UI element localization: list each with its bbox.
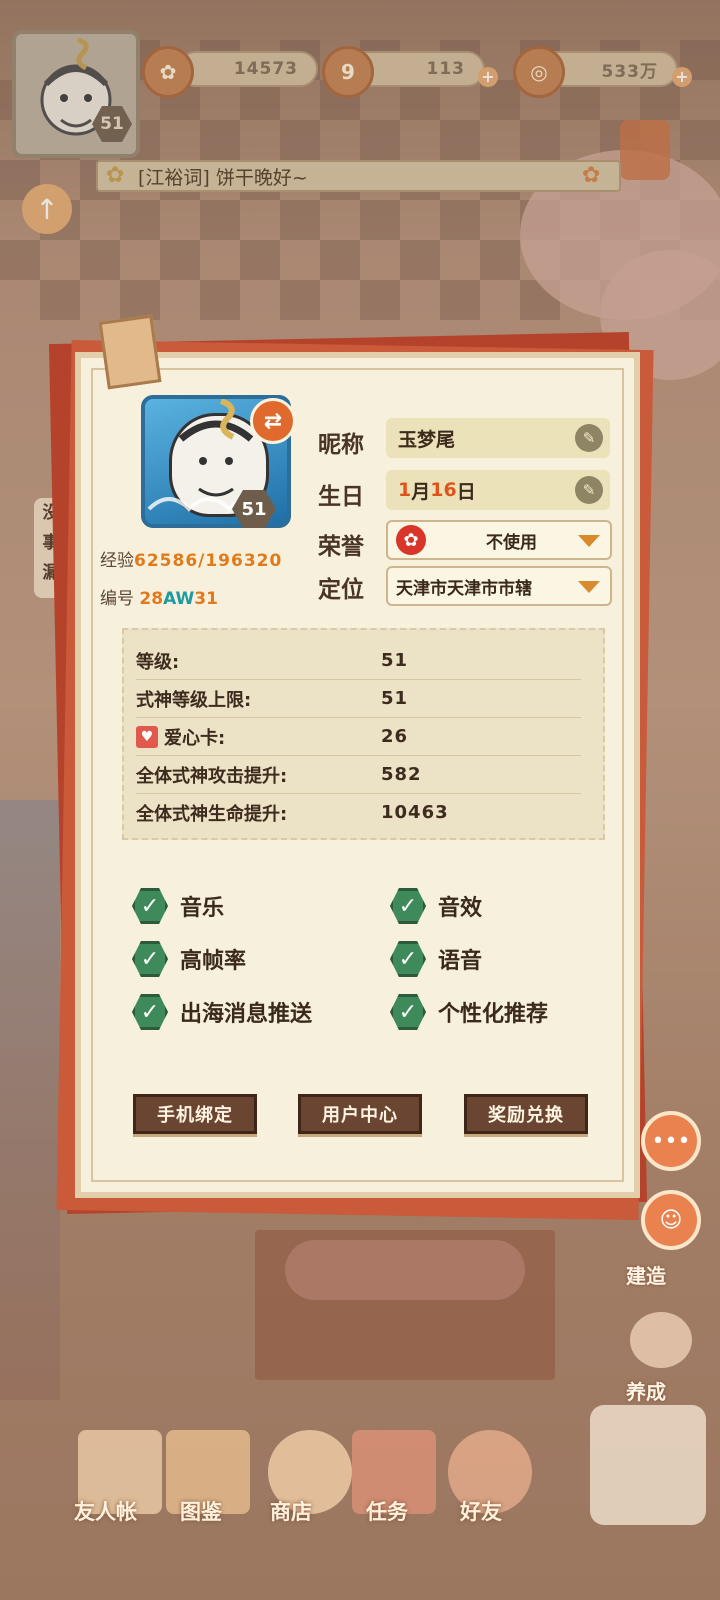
option-voice[interactable]: ✓ 语音 bbox=[390, 941, 482, 977]
nickname-value: 玉梦尾 bbox=[398, 428, 456, 451]
birthday-label: 生日 bbox=[318, 484, 364, 510]
option-high-framerate[interactable]: ✓ 高帧率 bbox=[132, 941, 246, 977]
nurture-label[interactable]: 养成 bbox=[626, 1376, 666, 1405]
option-label: 语音 bbox=[438, 949, 483, 974]
exp-value: 62586/196320 bbox=[134, 551, 283, 571]
stat-value: 51 bbox=[381, 650, 409, 671]
id-part3: 31 bbox=[194, 589, 218, 609]
option-sfx[interactable]: ✓ 音效 bbox=[390, 888, 482, 924]
option-label: 音乐 bbox=[180, 896, 225, 921]
edit-nickname-icon[interactable]: ✎ bbox=[575, 424, 603, 452]
stat-value: 10463 bbox=[381, 802, 449, 823]
stat-row: ♥ 爱心卡: 26 bbox=[136, 718, 581, 756]
option-personalized-recommendation[interactable]: ✓ 个性化推荐 bbox=[390, 994, 548, 1030]
honor-value: 不使用 bbox=[486, 532, 537, 553]
nav-collection[interactable]: 图鉴 bbox=[180, 1496, 222, 1526]
stat-label: 全体式神生命提升: bbox=[136, 803, 288, 825]
location-value: 天津市天津市市辖 bbox=[396, 578, 532, 599]
nav-shop[interactable]: 商店 bbox=[270, 1496, 312, 1526]
stats-panel: 等级: 51 式神等级上限: 51 ♥ 爱心卡: 26 全体式神攻击提升: 58… bbox=[122, 628, 605, 840]
edit-birthday-icon[interactable]: ✎ bbox=[575, 476, 603, 504]
location-label: 定位 bbox=[318, 577, 364, 603]
nickname-label: 昵称 bbox=[318, 432, 364, 458]
option-push-notifications[interactable]: ✓ 出海消息推送 bbox=[132, 994, 312, 1030]
stat-row: 全体式神生命提升: 10463 bbox=[136, 794, 581, 831]
stat-row: 等级: 51 bbox=[136, 642, 581, 680]
chevron-down-icon bbox=[578, 581, 600, 593]
wood-tag-icon bbox=[98, 314, 162, 390]
heart-card-icon: ♥ bbox=[136, 725, 158, 748]
checkbox-checked-icon: ✓ bbox=[132, 994, 168, 1030]
option-label: 音效 bbox=[438, 896, 483, 921]
id-label: 编号 bbox=[100, 589, 134, 609]
id-part1: 28 bbox=[139, 589, 164, 609]
stat-label: 式神等级上限: bbox=[136, 689, 252, 711]
location-dropdown[interactable]: 天津市天津市市辖 bbox=[386, 566, 612, 606]
phone-bind-button[interactable]: 手机绑定 bbox=[133, 1094, 257, 1134]
exp-row: 经验62586/196320 bbox=[100, 546, 282, 571]
id-part2: AW bbox=[163, 589, 195, 609]
honor-label: 荣誉 bbox=[318, 534, 364, 560]
stat-label: 等级: bbox=[136, 651, 180, 673]
stat-value: 26 bbox=[381, 726, 409, 747]
build-label[interactable]: 建造 bbox=[626, 1260, 666, 1289]
option-label: 高帧率 bbox=[180, 949, 247, 974]
option-label: 出海消息推送 bbox=[180, 1002, 313, 1027]
birthday-day: 16 bbox=[430, 479, 457, 501]
character-portrait-icon[interactable] bbox=[590, 1405, 706, 1525]
nurture-cat-icon[interactable] bbox=[630, 1312, 692, 1368]
nav-tasks[interactable]: 任务 bbox=[366, 1496, 408, 1526]
stat-label: 爱心卡: bbox=[164, 727, 226, 749]
stat-row: 式神等级上限: 51 bbox=[136, 680, 581, 718]
honor-flower-icon: ✿ bbox=[396, 525, 426, 555]
stat-value: 51 bbox=[381, 688, 409, 709]
user-center-button[interactable]: 用户中心 bbox=[298, 1094, 422, 1134]
stat-row: 全体式神攻击提升: 582 bbox=[136, 756, 581, 794]
nav-friends[interactable]: 好友 bbox=[460, 1496, 502, 1526]
honor-dropdown[interactable]: ✿ 不使用 bbox=[386, 520, 612, 560]
checkbox-checked-icon: ✓ bbox=[390, 888, 426, 924]
option-music[interactable]: ✓ 音乐 bbox=[132, 888, 224, 924]
checkbox-checked-icon: ✓ bbox=[132, 888, 168, 924]
birthday-day-unit: 日 bbox=[456, 480, 476, 503]
nav-friend-book[interactable]: 友人帐 bbox=[74, 1496, 137, 1526]
stat-label: 全体式神攻击提升: bbox=[136, 765, 288, 787]
chat-bubble-icon[interactable]: ••• bbox=[641, 1111, 701, 1171]
stat-value: 582 bbox=[381, 764, 422, 785]
build-character-icon[interactable]: ☺ bbox=[641, 1190, 701, 1250]
birthday-month-unit: 月 bbox=[411, 480, 431, 503]
reward-redeem-button[interactable]: 奖励兑换 bbox=[464, 1094, 588, 1134]
swap-avatar-icon[interactable]: ⇄ bbox=[250, 398, 296, 444]
checkbox-checked-icon: ✓ bbox=[132, 941, 168, 977]
exp-label: 经验 bbox=[100, 551, 134, 571]
checkbox-checked-icon: ✓ bbox=[390, 994, 426, 1030]
checkbox-checked-icon: ✓ bbox=[390, 941, 426, 977]
id-row: 编号 28AW31 bbox=[100, 584, 218, 609]
option-label: 个性化推荐 bbox=[438, 1002, 549, 1027]
birthday-month: 1 bbox=[398, 479, 412, 501]
chevron-down-icon bbox=[578, 535, 600, 547]
